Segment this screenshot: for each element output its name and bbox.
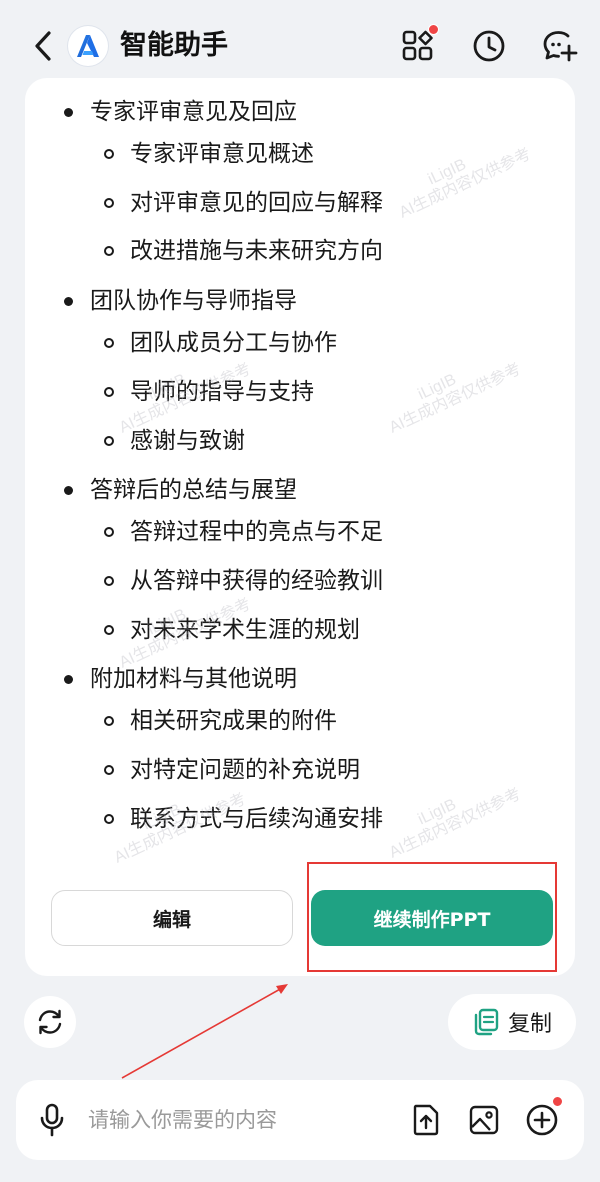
list-item: 改进措施与未来研究方向 bbox=[104, 238, 383, 264]
list-item: 从答辩中获得的经验教训 bbox=[104, 568, 383, 594]
watermark: iLigIB AI生成内容仅供参考 bbox=[396, 145, 534, 222]
chat-plus-icon bbox=[543, 31, 578, 62]
more-options-button[interactable] bbox=[522, 1096, 563, 1140]
notification-badge bbox=[552, 1096, 563, 1107]
chat-input-bar: 请输入你需要的内容 bbox=[16, 1080, 584, 1160]
list-item: 答辩过程中的亮点与不足 bbox=[104, 519, 383, 545]
list-item: 对特定问题的补充说明 bbox=[104, 757, 360, 783]
back-button[interactable] bbox=[28, 28, 58, 64]
highlight-annotation bbox=[307, 862, 557, 972]
copy-label: 复制 bbox=[507, 1012, 552, 1037]
header-bar: 智能助手 bbox=[0, 0, 600, 90]
image-icon bbox=[469, 1105, 499, 1135]
assistant-logo bbox=[68, 26, 108, 66]
clock-icon bbox=[473, 30, 505, 62]
copy-icon bbox=[474, 1008, 499, 1036]
file-upload-icon bbox=[413, 1104, 439, 1136]
edit-button[interactable]: 编辑 bbox=[51, 890, 293, 946]
microphone-icon bbox=[40, 1103, 64, 1137]
watermark: iLigIB AI生成内容仅供参考 bbox=[386, 785, 524, 862]
list-item: 团队成员分工与协作 bbox=[104, 330, 337, 356]
list-item: 联系方式与后续沟通安排 bbox=[104, 806, 383, 832]
list-item: 专家评审意见概述 bbox=[104, 141, 314, 167]
list-item: 专家评审意见及回应 bbox=[64, 99, 297, 125]
list-item: 对评审意见的回应与解释 bbox=[104, 190, 383, 216]
list-item: 附加材料与其他说明 bbox=[64, 666, 297, 692]
list-item: 答辩后的总结与展望 bbox=[64, 477, 297, 503]
list-item: 感谢与致谢 bbox=[104, 428, 245, 454]
new-chat-button[interactable] bbox=[540, 26, 580, 66]
apps-button[interactable] bbox=[398, 24, 439, 66]
regenerate-button[interactable] bbox=[24, 996, 76, 1048]
notification-badge bbox=[428, 24, 439, 35]
page-title: 智能助手 bbox=[120, 30, 228, 61]
plus-circle-icon bbox=[526, 1104, 558, 1136]
chevron-left-icon bbox=[35, 31, 51, 61]
refresh-icon bbox=[38, 1009, 62, 1035]
copy-button[interactable]: 复制 bbox=[448, 994, 576, 1050]
voice-button[interactable] bbox=[36, 1102, 68, 1138]
watermark: iLigIB AI生成内容仅供参考 bbox=[386, 360, 524, 437]
response-card: 专家评审意见及回应 专家评审意见概述 对评审意见的回应与解释 改进措施与未来研究… bbox=[25, 78, 575, 976]
message-input[interactable]: 请输入你需要的内容 bbox=[88, 1104, 277, 1136]
upload-file-button[interactable] bbox=[406, 1100, 446, 1140]
list-item: 导师的指导与支持 bbox=[104, 379, 314, 405]
upload-image-button[interactable] bbox=[464, 1100, 504, 1140]
history-button[interactable] bbox=[469, 26, 509, 66]
list-item: 对未来学术生涯的规划 bbox=[104, 617, 360, 643]
list-item: 相关研究成果的附件 bbox=[104, 708, 337, 734]
list-item: 团队协作与导师指导 bbox=[64, 288, 297, 314]
assistant-logo-icon bbox=[77, 35, 99, 57]
